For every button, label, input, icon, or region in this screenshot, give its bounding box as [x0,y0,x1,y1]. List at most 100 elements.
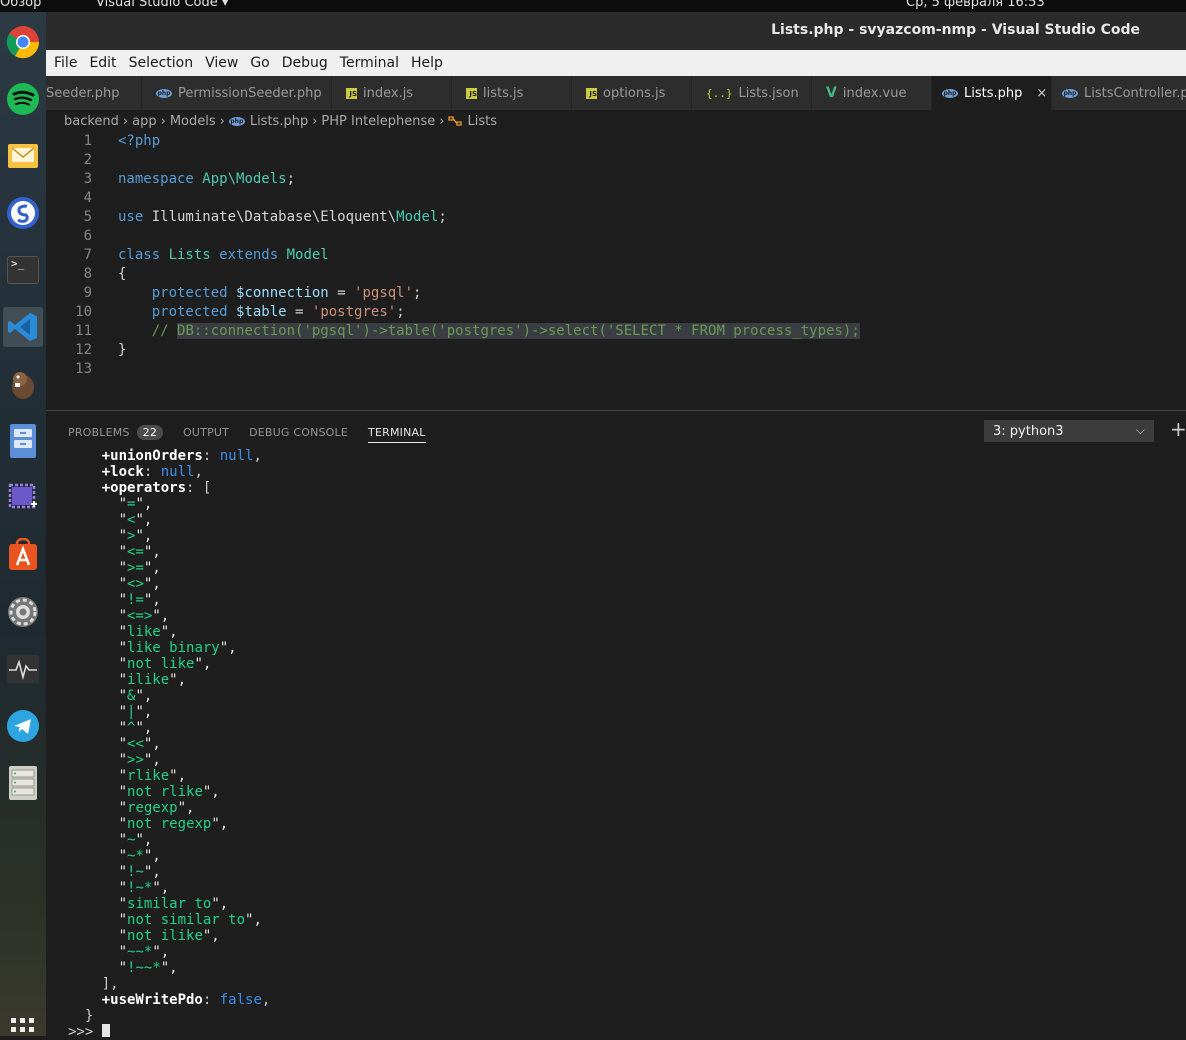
spotify-icon[interactable] [3,79,43,119]
terminal-token: ~* [127,848,144,864]
tab-terminal[interactable]: TERMINAL [368,426,426,443]
code-line[interactable]: 6 [46,227,1186,246]
terminal-token: <=> [127,608,153,624]
telegram-icon[interactable] [3,706,43,746]
line-number: 1 [83,133,92,149]
simplenote-icon[interactable] [3,193,43,233]
mail-icon[interactable] [3,136,43,176]
chevron-right-icon: › [312,113,318,129]
show-apps-icon[interactable] [3,1012,43,1036]
vscode-icon[interactable] [3,307,43,347]
terminal-token: +useWritePdo [101,992,203,1008]
terminal-token: " [118,672,128,688]
code-token: ; [438,209,447,225]
code-line[interactable]: 3 namespace App\Models; [46,170,1186,189]
tab-label: options.js [603,85,666,101]
menu-edit[interactable]: Edit [83,55,122,71]
menu-view[interactable]: View [199,55,244,71]
app-menu[interactable]: Visual Studio Code ▾ [96,0,228,10]
terminal-line: "not regexp", [68,816,1168,832]
terminal-select[interactable]: 3: python3 ⌵ [984,420,1154,442]
storage-icon[interactable] [3,763,43,803]
software-center-icon[interactable] [3,535,43,575]
tab-seeder-php[interactable]: Seeder.php [46,76,142,110]
tab-index-vue[interactable]: V index.vue [812,76,932,110]
code-line[interactable]: 7 class Lists extends Model [46,246,1186,265]
terminal-token: , [194,464,203,480]
breadcrumb-item[interactable]: Lists.php [250,114,308,129]
system-monitor-icon[interactable] [3,649,43,689]
window-title: Lists.php - svyazcom-nmp - Visual Studio… [771,22,1140,38]
breadcrumb: backend › app › Models › php Lists.php ›… [46,110,1186,132]
terminal-line: "~", [68,832,1168,848]
code-editor[interactable]: 1 <?php 2 3 namespace App\Models; 4 5 use Illum… [46,132,1186,410]
terminal-line: "<=", [68,544,1168,560]
screenshot-icon[interactable] [3,478,43,518]
code-line[interactable]: 10 protected $table = 'postgres'; [46,303,1186,322]
breadcrumb-item[interactable]: Models [170,114,216,129]
activities-button[interactable]: Обзор [0,0,41,10]
menu-go[interactable]: Go [244,55,275,71]
terminal-token: : [143,464,161,480]
terminal-token: <= [127,544,144,560]
terminal-token: ", [211,816,229,832]
terminal-line: +operators: [ [68,480,1168,496]
chevron-right-icon: › [219,113,225,129]
code-line[interactable]: 12} [46,341,1186,360]
tab-lists-php[interactable]: php Lists.php × [932,76,1052,110]
code-line[interactable]: 4 [46,189,1186,208]
tab-listscontroller-php[interactable]: php ListsController.php [1052,76,1186,110]
chrome-icon[interactable] [3,22,43,62]
terminal-output[interactable]: +unionOrders: null, +lock: null, +operat… [68,448,1168,1040]
terminal-line: "=", [68,496,1168,512]
terminal-token: " [118,896,128,912]
line-number: 7 [83,247,92,263]
new-terminal-plus-icon[interactable]: + [1170,417,1186,441]
tab-lists-js[interactable]: JS lists.js [452,76,572,110]
code-line[interactable]: 5 use Illuminate\Database\Eloquent\Model; [46,208,1186,227]
tab-index-js[interactable]: JS index.js [332,76,452,110]
menu-debug[interactable]: Debug [276,55,334,71]
file-manager-icon[interactable] [3,421,43,461]
code-line[interactable]: 9 protected $connection = 'pgsql'; [46,284,1186,303]
breadcrumb-item[interactable]: backend [64,114,119,129]
clock[interactable]: Ср, 5 февраля 16:53 [906,0,1045,10]
menu-selection[interactable]: Selection [123,55,200,71]
breadcrumb-item[interactable]: Lists [467,114,497,129]
breadcrumb-item[interactable]: PHP Intelephense [321,114,435,129]
terminal-line: } [68,1008,1168,1024]
tab-lists-json[interactable]: {..} Lists.json [692,76,812,110]
code-line[interactable]: 13 [46,360,1186,379]
window-title-bar: Lists.php - svyazcom-nmp - Visual Studio… [46,12,1186,50]
settings-icon[interactable] [3,592,43,632]
terminal-icon[interactable]: >_ [3,250,43,290]
close-icon[interactable]: × [1036,86,1047,101]
menu-terminal[interactable]: Terminal [334,55,405,71]
code-token: { [118,266,127,282]
code-line[interactable]: 8{ [46,265,1186,284]
tab-options-js[interactable]: JS options.js [572,76,692,110]
menu-help[interactable]: Help [405,55,449,71]
tab-output[interactable]: OUTPUT [183,426,229,439]
tab-permissionseeder-php[interactable]: php PermissionSeeder.php [142,76,332,110]
terminal-token: ", [160,960,178,976]
terminal-line: "|", [68,704,1168,720]
terminal-token: ", [202,928,220,944]
code-line[interactable]: 1 <?php [46,132,1186,151]
terminal-token: ", [143,736,161,752]
code-text: protected $connection = 'pgsql'; [118,284,422,303]
chevron-right-icon: › [122,113,129,129]
tab-debug-console[interactable]: DEBUG CONSOLE [249,426,348,439]
terminal-token: ", [135,496,153,512]
code-line[interactable]: 2 [46,151,1186,170]
tab-problems[interactable]: PROBLEMS 22 [68,424,164,440]
code-text: namespace App\Models; [118,170,295,189]
code-token: 'postgres' [311,304,397,320]
terminal-line: "similar to", [68,896,1168,912]
terminal-line: "regexp", [68,800,1168,816]
breadcrumb-item[interactable]: app [132,114,156,129]
dbeaver-icon[interactable] [3,364,43,404]
line-number: 3 [83,171,92,187]
menu-file[interactable]: File [46,55,83,71]
code-line[interactable]: 11 // DB::connection('pgsql')->table('po… [46,322,1186,341]
